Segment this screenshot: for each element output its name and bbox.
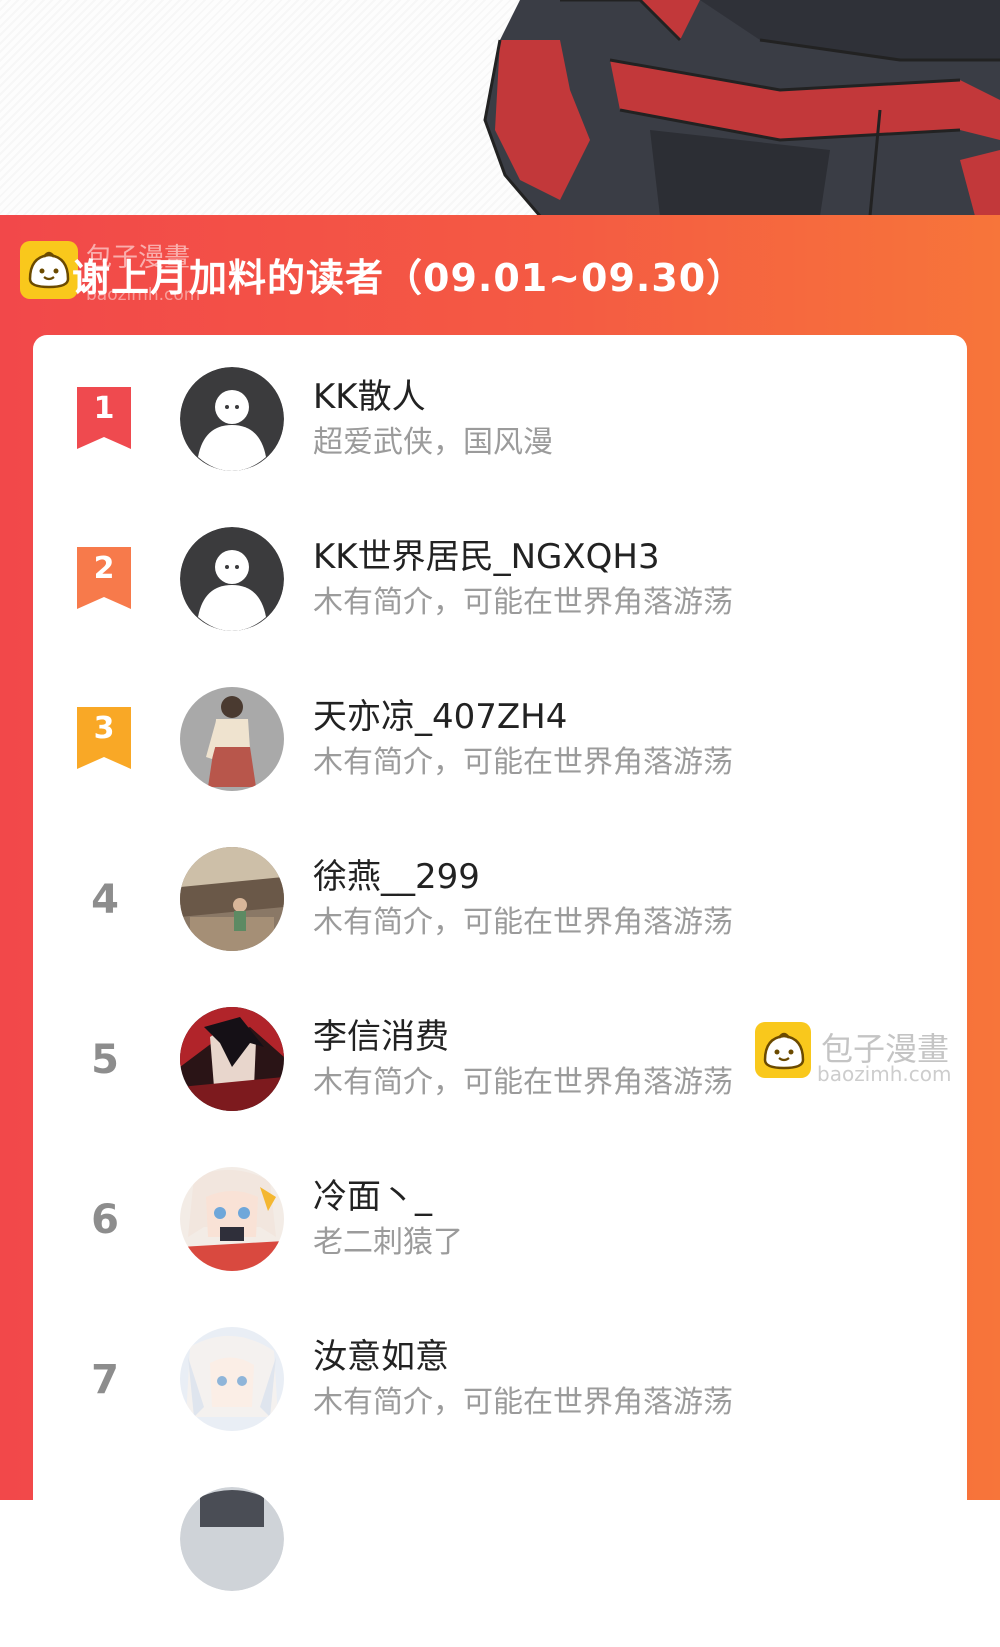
reader-thanks-panel: 包子漫畫 谢上月加料的读者（09.01~09.30） baozimh.com 1… [0,215,1000,1591]
reader-name[interactable]: KK世界居民_NGXQH3 [313,529,660,578]
reader-bio: 超爱武侠，国风漫 [313,425,553,460]
rank-label: 1 [93,391,115,426]
reader-bio: 木有简介，可能在世界角落游荡 [313,1385,733,1420]
reader-name[interactable]: KK散人 [313,369,426,418]
reader-bio: 木有简介，可能在世界角落游荡 [313,585,733,620]
panel-header: 包子漫畫 谢上月加料的读者（09.01~09.30） baozimh.com [20,237,980,317]
reader-name[interactable]: 冷面丶_ [313,1169,432,1218]
site-watermark: 包子漫畫 baozimh.com [755,1020,995,1090]
reader-bio: 木有简介，可能在世界角落游荡 [313,905,733,940]
rank-number: 5 [91,1037,119,1083]
comic-illustration [0,0,1000,216]
rank-number: 7 [91,1357,119,1403]
reader-row-7[interactable]: 7 汝意如意 木有简介，可能在世界角落游荡 [33,1327,967,1487]
reader-row-3[interactable]: 3 天亦凉_407ZH4 木有简介，可能在世界角落游荡 [33,687,967,847]
user-avatar[interactable] [180,687,284,791]
default-avatar-icon[interactable] [180,367,284,471]
user-avatar[interactable] [180,1167,284,1271]
rank-label: 2 [93,551,115,586]
reader-name[interactable]: 李信消费 [313,1009,449,1058]
rank-label: 3 [93,711,115,746]
header-watermark-url: baozimh.com [86,285,201,305]
reader-row-6[interactable]: 6 冷面丶_ 老二刺猿了 [33,1167,967,1327]
reader-list-card: 1 KK散人 超爱武侠，国风漫 2 KK世界居民_NGXQH3 木有简介，可能在… [33,335,967,1591]
reader-bio: 老二刺猿了 [313,1225,463,1260]
reader-row-4[interactable]: 4 徐燕__299 木有简介，可能在世界角落游荡 [33,847,967,1007]
reader-row-1[interactable]: 1 KK散人 超爱武侠，国风漫 [33,367,967,527]
reader-name[interactable]: 天亦凉_407ZH4 [313,689,567,738]
bun-logo-icon [755,1022,811,1078]
user-avatar[interactable] [180,1327,284,1431]
user-avatar [180,1487,284,1591]
rank-ribbon-2: 2 [77,547,131,609]
rank-number: 6 [91,1197,119,1243]
reader-bio: 木有简介，可能在世界角落游荡 [313,745,733,780]
bun-logo-icon [20,241,78,299]
rank-ribbon-3: 3 [77,707,131,769]
reader-row-2[interactable]: 2 KK世界居民_NGXQH3 木有简介，可能在世界角落游荡 [33,527,967,687]
reader-row-8-partial [33,1487,967,1647]
default-avatar-icon[interactable] [180,527,284,631]
user-avatar[interactable] [180,847,284,951]
watermark-url: baozimh.com [817,1062,952,1086]
rank-ribbon-1: 1 [77,387,131,449]
reader-name[interactable]: 徐燕__299 [313,849,480,898]
reader-name[interactable]: 汝意如意 [313,1329,449,1378]
user-avatar[interactable] [180,1007,284,1111]
reader-bio: 木有简介，可能在世界角落游荡 [313,1065,733,1100]
rank-number: 4 [91,877,119,923]
